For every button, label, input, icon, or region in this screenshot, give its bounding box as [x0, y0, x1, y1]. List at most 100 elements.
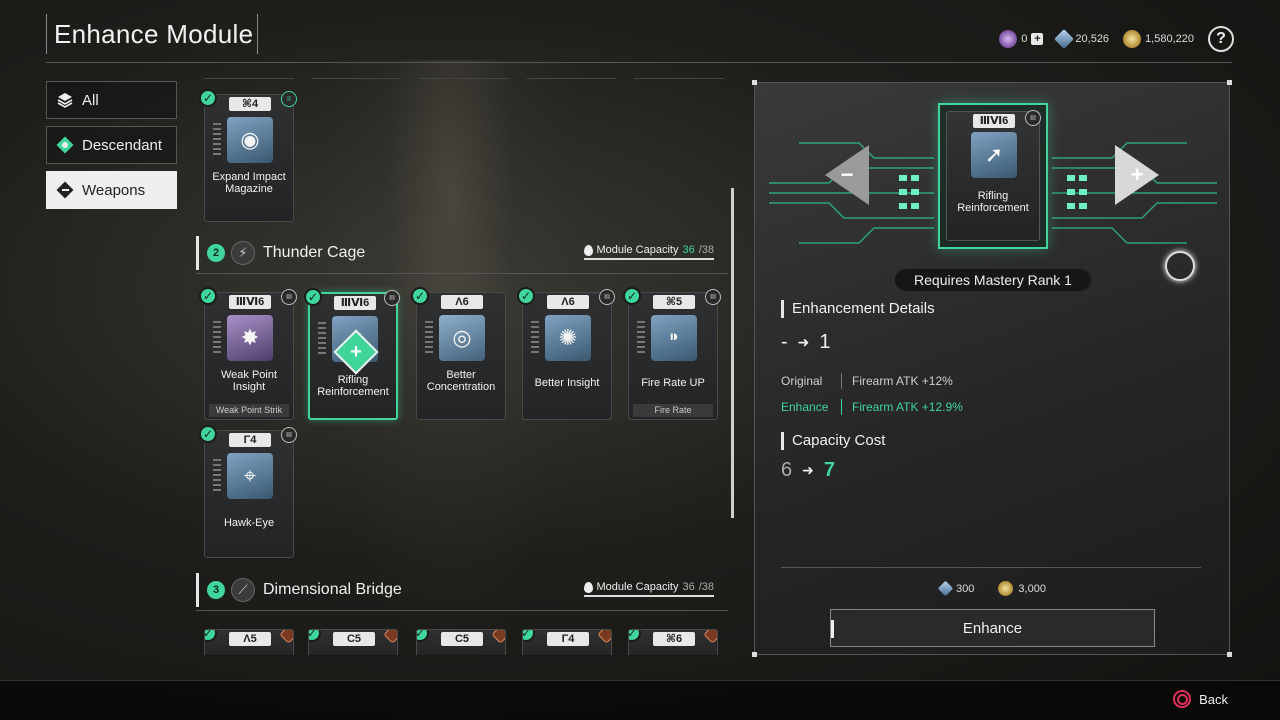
- equipped-check-icon: ✓: [517, 287, 535, 305]
- cost-crystal: 300: [937, 580, 975, 597]
- socket-icon: [703, 630, 717, 644]
- equipped-check-icon: ✓: [629, 630, 641, 642]
- capacity-label: Module Capacity: [596, 244, 679, 256]
- currency-kuiper[interactable]: 0 +: [999, 30, 1044, 48]
- list-scrollbar[interactable]: [731, 188, 734, 518]
- weapon-icon: ⚡: [231, 241, 255, 265]
- equipped-check-icon: ✓: [309, 630, 321, 642]
- module-card-expand-impact-magazine[interactable]: ✓ ⌘4 II ◉ Expand Impact Magazine: [199, 89, 297, 222]
- title-box: Enhance Module: [46, 14, 258, 54]
- filter-all[interactable]: All: [46, 81, 177, 119]
- currency-gold-value: 1,580,220: [1145, 33, 1194, 45]
- decrease-level-button[interactable]: −: [825, 145, 869, 205]
- cursor-ring-icon: [1165, 251, 1195, 281]
- module-name: Better Concentration: [426, 369, 496, 393]
- equipped-check-icon: ✓: [199, 287, 217, 305]
- page-title: Enhance Module: [54, 18, 254, 49]
- kuiper-shard-icon: [999, 30, 1018, 48]
- tier-icon: II: [281, 91, 297, 107]
- module-card-fire-rate-up[interactable]: ✓ ⌘5 III ⁍ Fire Rate UP Fire Rate: [623, 287, 721, 420]
- filter-descendant[interactable]: Descendant: [46, 126, 177, 164]
- increase-level-button[interactable]: +: [1115, 145, 1159, 205]
- socket-badge: Ϲ5: [441, 632, 483, 646]
- capacity-drop-icon: [583, 244, 593, 256]
- tier-icon: III: [1025, 110, 1041, 126]
- currency-gold: 1,580,220: [1123, 30, 1194, 48]
- card-ribs: [318, 322, 326, 356]
- arrow-right-icon: ➜: [802, 462, 814, 478]
- enhance-cost: 300 3,000: [755, 580, 1231, 597]
- module-card-rifling-reinforcement[interactable]: ✓ ⅢⅥ6 III ➚ + Rifling Reinforcement: [304, 288, 400, 420]
- help-button[interactable]: ?: [1208, 26, 1234, 52]
- module-card-partial[interactable]: ✓ ⌘6: [628, 629, 718, 655]
- enhance-value: Firearm ATK +12.9%: [852, 400, 963, 414]
- tier-icon: III: [281, 289, 297, 305]
- module-card-partial[interactable]: ✓ Λ5: [204, 629, 294, 655]
- card-ribs: [531, 321, 539, 355]
- card-ribs: [213, 459, 221, 493]
- tier-icon: III: [599, 289, 615, 305]
- tier-icon: III: [281, 427, 297, 443]
- stack-icon: [56, 91, 74, 109]
- module-card-partial[interactable]: ✓ Ϲ5: [416, 629, 506, 655]
- weapon-icon: ⟋: [231, 578, 255, 602]
- enhance-detail-panel: − ⅢⅥ6 III ➚ Rifling Reinforcement + Requ…: [752, 80, 1232, 657]
- module-name: Expand Impact Magazine: [212, 171, 286, 195]
- top-divider: [46, 62, 1232, 63]
- back-button[interactable]: Back: [1173, 690, 1228, 708]
- rifling-module-icon: ➚: [971, 132, 1017, 178]
- module-card-better-insight[interactable]: ✓ Λ6 III ✺ Better Insight: [517, 287, 615, 420]
- module-card-better-concentration[interactable]: ✓ Λ6 ◎ Better Concentration: [411, 287, 506, 420]
- module-name: Weak Point Insight: [220, 369, 278, 393]
- socket-badge: ⅢⅥ6: [229, 295, 271, 309]
- filter-weapons[interactable]: Weapons: [46, 171, 177, 209]
- module-name: Rifling Reinforcement: [957, 190, 1029, 214]
- socket-icon: [279, 630, 293, 644]
- enhance-button[interactable]: Enhance: [830, 609, 1155, 647]
- circle-button-icon: [1173, 690, 1192, 708]
- capacity-max: /38: [698, 581, 714, 593]
- socket-icon: [597, 630, 611, 644]
- panel-corner: [752, 652, 757, 657]
- socket-badge: ⅢⅥ6: [334, 296, 376, 310]
- cost-divider: [781, 567, 1201, 568]
- panel-corner: [1227, 652, 1232, 657]
- panel-corner: [1227, 80, 1232, 85]
- original-label: Original: [781, 374, 823, 388]
- capacity-label: Module Capacity: [596, 581, 679, 593]
- descendant-icon: [56, 136, 74, 154]
- weapon-icon: [56, 181, 74, 199]
- insight-module-icon: ✺: [545, 315, 591, 361]
- divider: [841, 373, 842, 389]
- module-name: Fire Rate UP: [641, 377, 705, 389]
- capacity-drop-icon: [583, 581, 593, 593]
- card-ribs: [213, 123, 221, 157]
- capacity-change: 6 ➜ 7: [781, 459, 835, 482]
- socket-icon: [491, 630, 505, 644]
- currency-crystal-value: 20,526: [1075, 33, 1110, 45]
- module-card-weak-point-insight[interactable]: ✓ ⅢⅥ6 III ✸ Weak Point Insight Weak Poin…: [199, 287, 297, 420]
- module-card-hawk-eye[interactable]: ✓ Γ4 III ⌖ Hawk-Eye: [199, 425, 297, 558]
- plus-icon: +: [1130, 162, 1144, 187]
- module-list: ✓ ⌘4 II ◉ Expand Impact Magazine 2 ⚡ Thu…: [196, 70, 736, 655]
- cost-crystal-value: 300: [956, 582, 975, 595]
- enhance-stat-row: Enhance Firearm ATK +12.9%: [781, 399, 963, 415]
- add-currency-icon[interactable]: +: [1031, 33, 1044, 45]
- section-number: 2: [207, 244, 225, 262]
- socket-badge: ⅢⅥ6: [973, 114, 1015, 128]
- selected-module-card: ⅢⅥ6 III ➚ Rifling Reinforcement: [938, 103, 1048, 249]
- equipped-check-icon: ✓: [411, 287, 429, 305]
- enhance-label: Enhance: [781, 400, 829, 414]
- module-card-partial[interactable]: ✓ Γ4: [522, 629, 612, 655]
- socket-badge: ⌘5: [653, 295, 695, 309]
- socket-badge: Λ6: [441, 295, 483, 309]
- card-ribs: [425, 321, 433, 355]
- back-label: Back: [1199, 691, 1228, 707]
- tier-icon: III: [705, 289, 721, 305]
- arrow-right-icon: ➜: [797, 334, 810, 350]
- card-ribs: [213, 321, 221, 355]
- crosshair-module-icon: ⌖: [227, 453, 273, 499]
- module-card-partial[interactable]: ✓ Ϲ5: [308, 629, 398, 655]
- socket-badge: Λ5: [229, 632, 271, 646]
- mastery-requirement: Requires Mastery Rank 1: [895, 269, 1091, 291]
